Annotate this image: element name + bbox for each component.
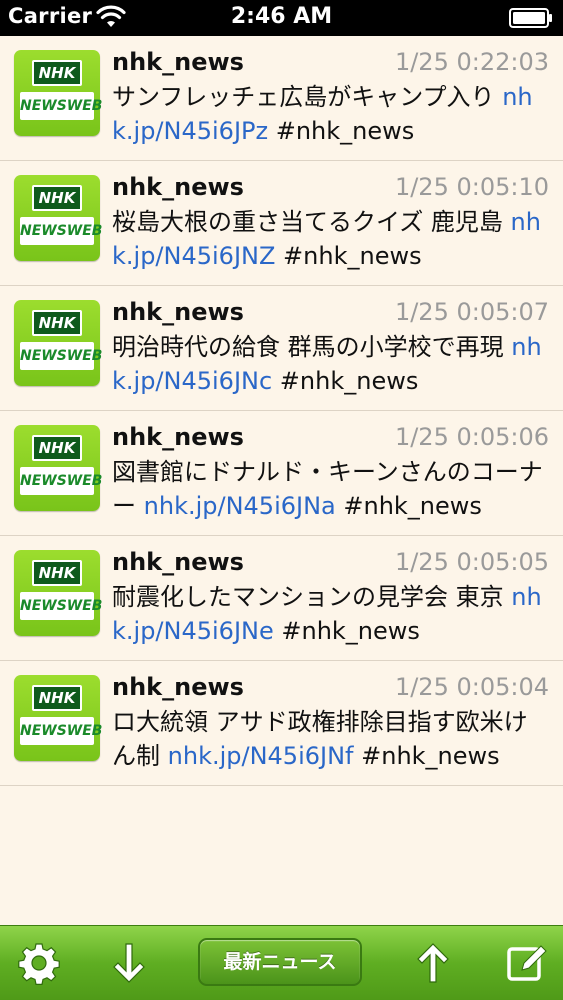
tweet-hashtag: #nhk_news	[272, 367, 419, 395]
tweet-message: 明治時代の給食 群馬の小学校で再現	[112, 333, 512, 361]
tweet-text: 明治時代の給食 群馬の小学校で再現 nhk.jp/N45i6JNc #nhk_n…	[112, 330, 549, 398]
avatar[interactable]: NHK NEWSWEB	[14, 300, 103, 386]
avatar[interactable]: NHK NEWSWEB	[14, 675, 103, 761]
tweet-username[interactable]: nhk_news	[112, 673, 244, 701]
tweet-timestamp: 1/25 0:05:04	[394, 673, 549, 701]
tweet-row[interactable]: NHK NEWSWEB nhk_news 1/25 0:05:04 ロ大統領 ア…	[0, 661, 563, 786]
tweet-timestamp: 1/25 0:05:05	[394, 548, 549, 576]
tweet-text: 耐震化したマンションの見学会 東京 nhk.jp/N45i6JNe #nhk_n…	[112, 580, 549, 648]
newsweb-logo: NEWSWEB	[20, 467, 103, 495]
newsweb-logo-text: NEWSWEB	[20, 598, 103, 614]
tweet-row[interactable]: NHK NEWSWEB nhk_news 1/25 0:05:05 耐震化したマ…	[0, 536, 563, 661]
tweet-header: nhk_news 1/25 0:22:03	[112, 46, 549, 80]
tweet-row[interactable]: NHK NEWSWEB nhk_news 1/25 0:05:07 明治時代の給…	[0, 286, 563, 411]
tweet-username[interactable]: nhk_news	[112, 423, 244, 451]
tweet-timestamp: 1/25 0:05:06	[394, 423, 549, 451]
tweet-timestamp: 1/25 0:22:03	[394, 48, 549, 76]
arrow-up-icon[interactable]	[410, 940, 456, 986]
status-bar: Carrier 2:46 AM	[0, 0, 563, 36]
tweet-username[interactable]: nhk_news	[112, 48, 244, 76]
compose-icon[interactable]	[504, 940, 550, 986]
tweet-username[interactable]: nhk_news	[112, 298, 244, 326]
screen: Carrier 2:46 AM NHK NEWSWEB nhk_news 1/2…	[0, 0, 563, 1000]
tweet-username[interactable]: nhk_news	[112, 548, 244, 576]
battery-icon	[509, 8, 552, 28]
tweet-text: 桜島大根の重さ当てるクイズ 鹿児島 nhk.jp/N45i6JNZ #nhk_n…	[112, 205, 549, 273]
tweet-hashtag: #nhk_news	[268, 117, 415, 145]
tweet-hashtag: #nhk_news	[335, 492, 482, 520]
newsweb-logo: NEWSWEB	[20, 342, 103, 370]
newsweb-logo: NEWSWEB	[20, 717, 103, 745]
avatar[interactable]: NHK NEWSWEB	[14, 50, 103, 136]
nhk-logo-text: NHK	[38, 189, 76, 207]
tweet-hashtag: #nhk_news	[275, 242, 422, 270]
tweet-header: nhk_news 1/25 0:05:06	[112, 421, 549, 455]
latest-news-button[interactable]: 最新ニュース	[198, 938, 362, 986]
newsweb-logo-text: NEWSWEB	[20, 348, 103, 364]
tweet-text: 図書館にドナルド・キーンさんのコーナー nhk.jp/N45i6JNa #nhk…	[112, 455, 549, 523]
newsweb-logo-text: NEWSWEB	[20, 98, 103, 114]
tweet-message: 耐震化したマンションの見学会 東京	[112, 583, 512, 611]
gear-icon[interactable]	[16, 940, 62, 986]
arrow-down-icon[interactable]	[106, 940, 152, 986]
nhk-logo: NHK	[32, 60, 82, 86]
nhk-logo: NHK	[32, 685, 82, 711]
avatar[interactable]: NHK NEWSWEB	[14, 425, 103, 511]
tweet-timestamp: 1/25 0:05:10	[394, 173, 549, 201]
tweet-hashtag: #nhk_news	[353, 742, 500, 770]
avatar[interactable]: NHK NEWSWEB	[14, 175, 103, 261]
newsweb-logo: NEWSWEB	[20, 592, 103, 620]
nhk-logo: NHK	[32, 310, 82, 336]
tweet-username[interactable]: nhk_news	[112, 173, 244, 201]
newsweb-logo-text: NEWSWEB	[20, 473, 103, 489]
bottom-toolbar: 最新ニュース	[0, 925, 563, 1000]
tweet-header: nhk_news 1/25 0:05:10	[112, 171, 549, 205]
tweet-header: nhk_news 1/25 0:05:05	[112, 546, 549, 580]
status-time: 2:46 AM	[230, 4, 333, 29]
tweet-message: サンフレッチェ広島がキャンプ入り	[112, 83, 503, 111]
tweet-message: 桜島大根の重さ当てるクイズ 鹿児島	[112, 208, 511, 236]
nhk-logo: NHK	[32, 435, 82, 461]
tweet-link[interactable]: nhk.jp/N45i6JNf	[168, 742, 354, 770]
tweet-hashtag: #nhk_news	[273, 617, 420, 645]
tweet-row[interactable]: NHK NEWSWEB nhk_news 1/25 0:05:10 桜島大根の重…	[0, 161, 563, 286]
tweet-row[interactable]: NHK NEWSWEB nhk_news 1/25 0:05:06 図書館にドナ…	[0, 411, 563, 536]
tweet-text: ロ大統領 アサド政権排除目指す欧米けん制 nhk.jp/N45i6JNf #nh…	[112, 705, 549, 773]
tweet-header: nhk_news 1/25 0:05:04	[112, 671, 549, 705]
avatar[interactable]: NHK NEWSWEB	[14, 550, 103, 636]
nhk-logo-text: NHK	[38, 689, 76, 707]
newsweb-logo-text: NEWSWEB	[20, 723, 103, 739]
tweet-timestamp: 1/25 0:05:07	[394, 298, 549, 326]
newsweb-logo: NEWSWEB	[20, 217, 103, 245]
nhk-logo-text: NHK	[38, 64, 76, 82]
nhk-logo-text: NHK	[38, 564, 76, 582]
tweet-text: サンフレッチェ広島がキャンプ入り nhk.jp/N45i6JPz #nhk_ne…	[112, 80, 549, 148]
nhk-logo: NHK	[32, 185, 82, 211]
nhk-logo: NHK	[32, 560, 82, 586]
newsweb-logo: NEWSWEB	[20, 92, 103, 120]
newsweb-logo-text: NEWSWEB	[20, 223, 103, 239]
nhk-logo-text: NHK	[38, 314, 76, 332]
tweet-link[interactable]: nhk.jp/N45i6JNa	[144, 492, 336, 520]
nhk-logo-text: NHK	[38, 439, 76, 457]
tweet-list[interactable]: NHK NEWSWEB nhk_news 1/25 0:22:03 サンフレッチ…	[0, 36, 563, 925]
tweet-row[interactable]: NHK NEWSWEB nhk_news 1/25 0:22:03 サンフレッチ…	[0, 36, 563, 161]
tweet-header: nhk_news 1/25 0:05:07	[112, 296, 549, 330]
